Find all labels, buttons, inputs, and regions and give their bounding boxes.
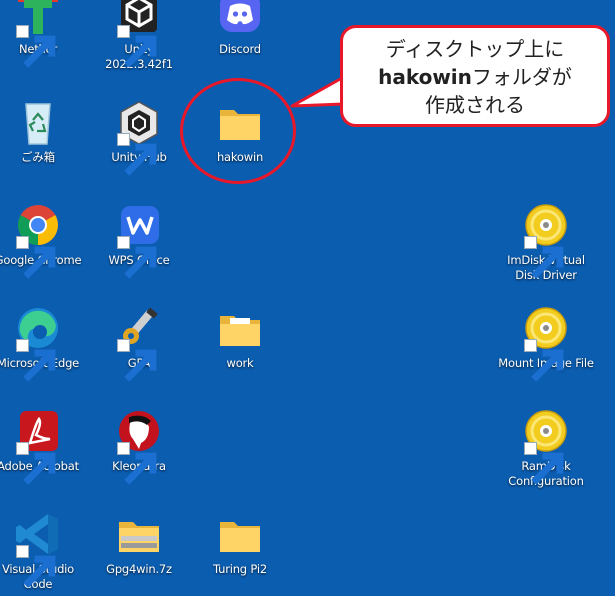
desktop-icon-discord[interactable]: Discord <box>195 0 285 57</box>
highlight-circle <box>180 78 296 184</box>
desktop-icon-edge[interactable]: Microsoft Edge <box>0 306 83 382</box>
chrome-icon <box>14 203 62 279</box>
desktop: Nethor Unity 2022.3.42f1 Discord ごみ箱 Uni… <box>0 0 615 596</box>
acrobat-icon <box>14 409 62 485</box>
unity-hub-icon <box>115 100 163 176</box>
folder-icon <box>216 306 264 354</box>
recycle-bin-icon <box>14 100 62 148</box>
shortcut-arrow-icon <box>117 236 157 279</box>
wps-office-icon <box>115 203 163 279</box>
desktop-icon-acrobat[interactable]: Adobe Acrobat <box>0 409 83 485</box>
desktop-icon-mount-image[interactable]: Mount Image File <box>498 306 594 382</box>
shortcut-arrow-icon <box>16 442 56 485</box>
desktop-icon-imdisk[interactable]: ImDisk Virtual Disk Driver <box>498 203 594 283</box>
callout-line-2: hakowinフォルダが <box>343 63 607 91</box>
desktop-icon-ramdisk[interactable]: RamDisk Configuration <box>498 409 594 489</box>
nethor-icon <box>14 0 62 68</box>
shortcut-arrow-icon <box>524 236 564 279</box>
desktop-icon-unity-hub[interactable]: Unity Hub <box>94 100 184 176</box>
kleopatra-icon <box>115 409 163 485</box>
desktop-icon-turing-pi2[interactable]: Turing Pi2 <box>195 512 285 577</box>
desktop-icon-chrome[interactable]: Google Chrome <box>0 203 83 279</box>
callout-line-3: 作成される <box>425 93 525 117</box>
callout-line-2-rest: フォルダが <box>471 65 572 89</box>
desktop-icon-kleopatra[interactable]: Kleopatra <box>94 409 184 485</box>
unity-icon <box>115 0 163 68</box>
desktop-icon-gpg4win[interactable]: Gpg4win.7z <box>94 512 184 577</box>
shortcut-arrow-icon <box>117 339 157 382</box>
icon-label: Discord <box>219 42 261 56</box>
discord-icon <box>216 0 264 40</box>
desktop-icon-nethor[interactable]: Nethor <box>0 0 83 68</box>
gpa-icon <box>115 306 163 382</box>
disc-icon <box>522 409 570 485</box>
shortcut-arrow-icon <box>117 442 157 485</box>
desktop-icon-unity[interactable]: Unity 2022.3.42f1 <box>94 0 184 72</box>
shortcut-arrow-icon <box>16 25 56 68</box>
desktop-icon-gpa[interactable]: GPA <box>94 306 184 382</box>
icon-label: work <box>226 356 254 370</box>
annotation-callout: ディスクトップ上に hakowinフォルダが 作成される <box>340 25 610 127</box>
folder-icon <box>216 512 264 560</box>
shortcut-arrow-icon <box>524 442 564 485</box>
shortcut-arrow-icon <box>16 545 56 588</box>
callout-folder-name: hakowin <box>378 65 472 89</box>
shortcut-arrow-icon <box>16 236 56 279</box>
vscode-icon <box>14 512 62 588</box>
icon-label: Gpg4win.7z <box>106 562 172 576</box>
desktop-icon-wps-office[interactable]: WPS Office <box>94 203 184 279</box>
archive-folder-icon <box>115 512 163 560</box>
desktop-icon-recycle-bin[interactable]: ごみ箱 <box>0 100 83 165</box>
shortcut-arrow-icon <box>117 25 157 68</box>
shortcut-arrow-icon <box>16 339 56 382</box>
disc-icon <box>522 306 570 382</box>
edge-icon <box>14 306 62 382</box>
desktop-icon-vscode[interactable]: Visual Studio Code <box>0 512 83 592</box>
shortcut-arrow-icon <box>117 133 157 176</box>
desktop-icon-work[interactable]: work <box>195 306 285 371</box>
disc-icon <box>522 203 570 279</box>
shortcut-arrow-icon <box>524 339 564 382</box>
callout-line-1: ディスクトップ上に <box>385 37 565 61</box>
icon-label: ごみ箱 <box>21 150 55 164</box>
icon-label: Turing Pi2 <box>213 562 267 576</box>
